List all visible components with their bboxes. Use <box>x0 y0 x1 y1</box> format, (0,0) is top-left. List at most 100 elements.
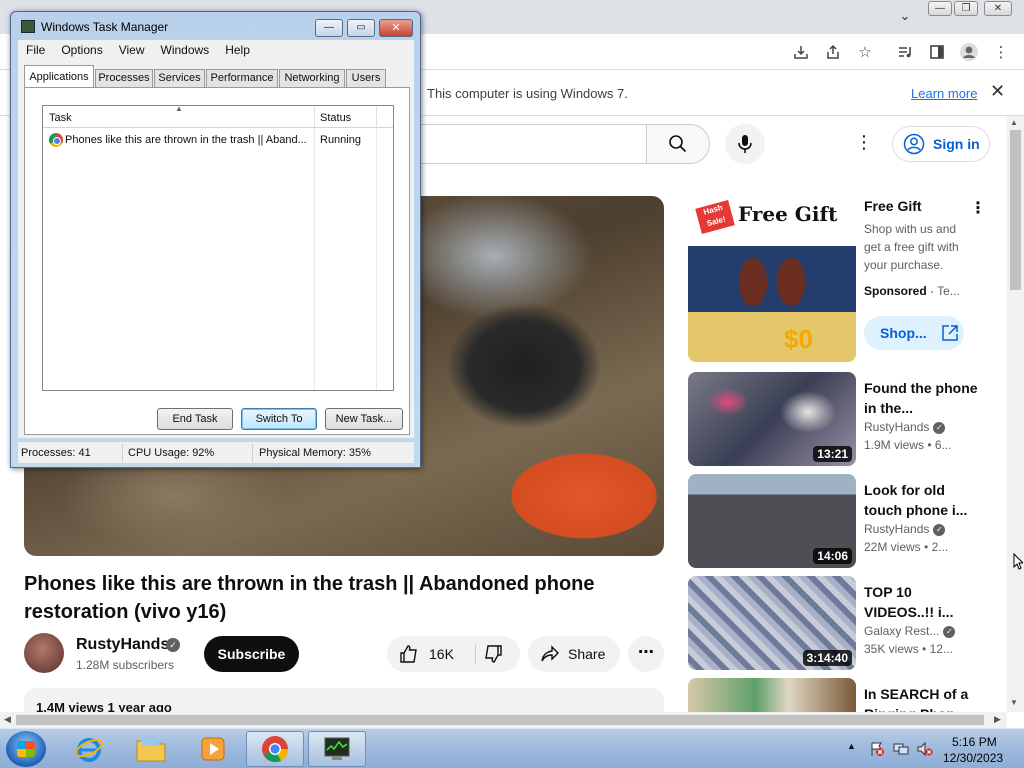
tab-users[interactable]: Users <box>346 69 386 87</box>
video-duration: 14:06 <box>813 548 852 564</box>
menu-file[interactable]: File <box>18 40 53 60</box>
column-gridline <box>376 128 377 390</box>
like-divider <box>475 644 476 664</box>
taskbar-task-manager[interactable] <box>308 731 366 767</box>
task-manager-icon <box>21 20 35 33</box>
profile-avatar-icon[interactable] <box>958 41 980 63</box>
tm-client-area: Applications Processes Services Performa… <box>18 60 414 438</box>
shop-now-button[interactable]: Shop... <box>864 316 964 350</box>
share-page-icon[interactable] <box>822 41 844 63</box>
task-list-header: ▲ Task Status <box>43 104 393 128</box>
system-tray: ▲ 5:16 PM 12/30/2023 <box>845 729 1024 768</box>
recommendation-thumbnail[interactable]: 3:14:40 <box>688 576 856 670</box>
network-icon[interactable] <box>893 741 909 757</box>
volume-muted-icon[interactable] <box>917 741 933 757</box>
ad-title[interactable]: Free Gift <box>864 198 922 214</box>
media-control-icon[interactable] <box>894 41 916 63</box>
tm-close-button[interactable]: ✕ <box>379 19 413 37</box>
recommendation-thumbnail[interactable]: 13:21 <box>688 372 856 466</box>
tab-search-chevron-icon[interactable]: ⌄ <box>896 8 914 26</box>
menu-view[interactable]: View <box>111 40 153 60</box>
channel-avatar[interactable] <box>24 633 64 673</box>
start-button[interactable] <box>6 731 46 767</box>
upload-age: 2... <box>931 540 949 554</box>
browser-close-button[interactable]: ✕ <box>984 1 1012 16</box>
ad-thumb-headline: Free Gift <box>738 202 838 226</box>
bookmark-star-icon[interactable]: ☆ <box>854 41 876 63</box>
taskbar-internet-explorer[interactable] <box>60 731 118 767</box>
clock-date[interactable]: 12/30/2023 <box>943 751 1003 765</box>
ad-advertiser: Te... <box>937 284 960 298</box>
switch-to-button[interactable]: Switch To <box>241 408 317 430</box>
vertical-scroll-thumb[interactable] <box>1010 130 1021 290</box>
tm-minimize-button[interactable]: — <box>315 19 343 37</box>
account-icon <box>903 133 925 155</box>
recommendation-item[interactable]: 3:14:40 TOP 10 VIDEOS..!! i... Galaxy Re… <box>688 576 1000 672</box>
settings-more-icon[interactable]: ⋮ <box>852 132 876 156</box>
scroll-right-arrow-icon[interactable]: ▶ <box>994 714 1001 725</box>
ad-thumbnail[interactable]: Hash Sale! Free Gift $0 <box>688 196 856 362</box>
recommendation-item[interactable]: 14:06 Look for old touch phone i... Rust… <box>688 474 1000 570</box>
new-task-button[interactable]: New Task... <box>325 408 403 430</box>
channel-name-link[interactable]: RustyHands <box>76 636 169 654</box>
sponsored-ad[interactable]: Hash Sale! Free Gift $0 Free Gift ⋮ Shop… <box>688 196 1000 366</box>
search-button[interactable] <box>646 124 710 164</box>
action-center-flag-icon[interactable] <box>869 741 885 757</box>
recommendation-item[interactable]: In SEARCH of a Ringing Phon... <box>688 678 1000 712</box>
task-manager-window[interactable]: Windows Task Manager — ▭ ✕ File Options … <box>10 11 421 468</box>
verified-check-icon: ✓ <box>166 638 180 652</box>
recommendation-thumbnail[interactable]: 14:06 <box>688 474 856 568</box>
menu-windows[interactable]: Windows <box>153 40 218 60</box>
channel-label: Galaxy Rest... <box>864 624 940 638</box>
recommendation-thumbnail[interactable] <box>688 678 856 712</box>
subscribe-button[interactable]: Subscribe <box>204 636 299 672</box>
show-hidden-icons-arrow-icon[interactable]: ▲ <box>847 741 856 751</box>
tab-services[interactable]: Services <box>154 69 205 87</box>
column-status[interactable]: Status <box>320 112 351 124</box>
side-panel-icon[interactable] <box>926 41 948 63</box>
taskbar-chrome[interactable] <box>246 731 304 767</box>
share-button[interactable]: Share <box>528 636 620 672</box>
ad-menu-icon[interactable]: ⋮ <box>970 198 986 218</box>
dislike-button[interactable] <box>483 644 503 669</box>
clock-time[interactable]: 5:16 PM <box>952 735 997 749</box>
upload-age: 6... <box>934 438 952 452</box>
infobar-close-icon[interactable]: ✕ <box>990 81 1005 102</box>
end-task-button[interactable]: End Task <box>157 408 233 430</box>
subscriber-count: 1.28M subscribers <box>76 658 175 672</box>
tab-applications[interactable]: Applications <box>24 65 94 88</box>
scroll-up-arrow-icon[interactable]: ▲ <box>1010 118 1018 127</box>
task-list[interactable]: ▲ Task Status Phones like this are throw… <box>42 104 394 391</box>
sign-in-button[interactable]: Sign in <box>892 126 990 162</box>
menu-options[interactable]: Options <box>53 40 110 60</box>
voice-search-button[interactable] <box>725 124 765 164</box>
column-task[interactable]: Task <box>49 112 72 124</box>
page-vertical-scrollbar[interactable]: ▲ ▼ <box>1007 116 1024 712</box>
taskbar-file-explorer[interactable] <box>122 731 180 767</box>
more-actions-button[interactable]: ⋯ <box>628 636 664 672</box>
table-row[interactable]: Phones like this are thrown in the trash… <box>47 132 387 150</box>
tm-maximize-button[interactable]: ▭ <box>347 19 375 37</box>
install-app-icon[interactable] <box>790 41 812 63</box>
recommendation-item[interactable]: 13:21 Found the phone in the... RustyHan… <box>688 372 1000 468</box>
menu-help[interactable]: Help <box>217 40 258 60</box>
browser-minimize-button[interactable]: — <box>928 1 952 16</box>
external-link-icon <box>941 325 958 341</box>
tab-processes[interactable]: Processes <box>95 69 153 87</box>
ad-thumb-badge: Hash Sale! <box>695 200 735 234</box>
task-manager-title: Windows Task Manager <box>41 20 169 34</box>
scroll-left-arrow-icon[interactable]: ◀ <box>4 714 11 725</box>
like-button[interactable]: 16K <box>399 644 454 664</box>
learn-more-link[interactable]: Learn more <box>911 86 977 101</box>
tab-performance[interactable]: Performance <box>206 69 278 87</box>
page-horizontal-scrollbar[interactable]: ◀ ▶ <box>0 712 1007 728</box>
sign-in-label: Sign in <box>933 136 980 152</box>
tab-networking[interactable]: Networking <box>279 69 345 87</box>
browser-restore-button[interactable]: ❐ <box>954 1 978 16</box>
horizontal-scroll-thumb[interactable] <box>16 715 984 725</box>
scroll-down-arrow-icon[interactable]: ▼ <box>1010 698 1018 707</box>
browser-menu-icon[interactable]: ⋮ <box>990 41 1012 63</box>
column-divider <box>314 106 315 128</box>
tm-status-bar: Processes: 41 CPU Usage: 92% Physical Me… <box>18 441 414 463</box>
taskbar-media-player[interactable] <box>184 731 242 767</box>
